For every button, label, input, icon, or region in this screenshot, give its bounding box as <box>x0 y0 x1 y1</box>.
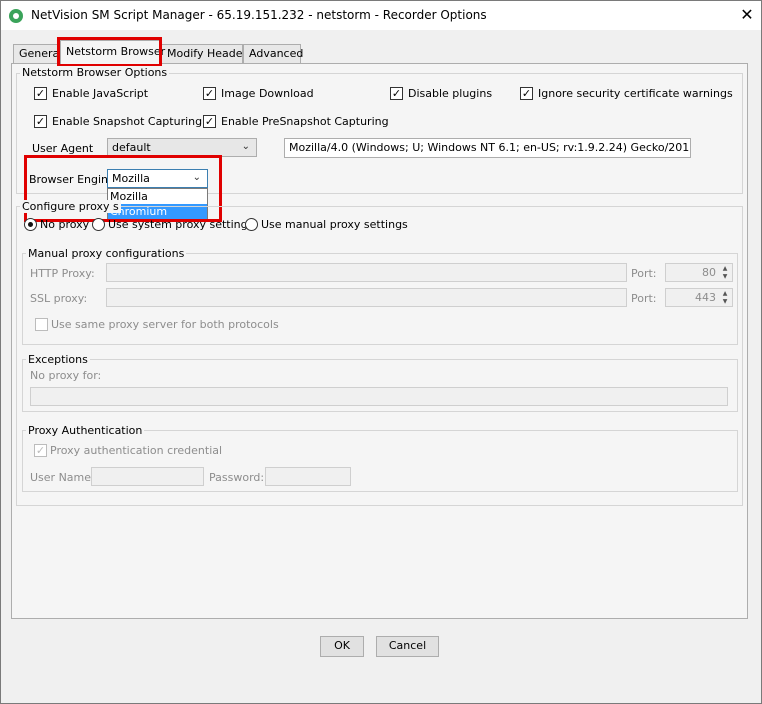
window-title: NetVision SM Script Manager - 65.19.151.… <box>31 8 487 22</box>
ignore-cert-checkbox[interactable]: ✓ <box>520 87 533 100</box>
no-proxy-for-label: No proxy for: <box>30 369 102 382</box>
user-agent-label: User Agent <box>32 142 94 155</box>
ssl-port-label: Port: <box>631 292 657 305</box>
chevron-down-icon: ⌄ <box>241 141 250 152</box>
image-download-label: Image Download <box>221 87 314 100</box>
cancel-button[interactable]: Cancel <box>376 636 439 657</box>
proxy-auth-legend: Proxy Authentication <box>26 424 145 437</box>
same-proxy-label: Use same proxy server for both protocols <box>51 318 279 331</box>
spin-up-icon[interactable]: ▲ <box>719 290 731 298</box>
tab-modify-headers[interactable]: Modify Headers <box>161 44 253 63</box>
user-agent-string-field[interactable]: Mozilla/4.0 (Windows; U; Windows NT 6.1;… <box>284 138 691 158</box>
auth-credential-label: Proxy authentication credential <box>50 444 223 457</box>
password-label: Password: <box>209 471 265 484</box>
tab-general[interactable]: General <box>13 44 62 63</box>
http-port-spinner[interactable]: 80 ▲ ▼ <box>665 263 733 282</box>
close-icon[interactable]: ✕ <box>737 4 757 26</box>
manual-proxy-legend: Manual proxy configurations <box>26 247 187 260</box>
title-bar: NetVision SM Script Manager - 65.19.151.… <box>1 1 761 30</box>
snapshot-capturing-label: Enable Snapshot Capturing <box>52 115 203 128</box>
disable-plugins-label: Disable plugins <box>408 87 493 100</box>
auth-credential-checkbox[interactable]: ✓ <box>34 444 47 457</box>
enable-javascript-checkbox[interactable]: ✓ <box>34 87 47 100</box>
snapshot-capturing-checkbox[interactable]: ✓ <box>34 115 47 128</box>
proxy-config-legend: Configure proxy s <box>20 200 121 213</box>
same-proxy-checkbox[interactable] <box>35 318 48 331</box>
password-field[interactable] <box>265 467 351 486</box>
exceptions-legend: Exceptions <box>26 353 90 366</box>
system-proxy-label: Use system proxy settings <box>108 218 254 231</box>
image-download-checkbox[interactable]: ✓ <box>203 87 216 100</box>
no-proxy-for-field[interactable] <box>30 387 728 406</box>
no-proxy-label: No proxy <box>40 218 90 231</box>
http-proxy-label: HTTP Proxy: <box>30 267 95 280</box>
presnapshot-capturing-checkbox[interactable]: ✓ <box>203 115 216 128</box>
spin-down-icon[interactable]: ▼ <box>719 273 731 281</box>
disable-plugins-checkbox[interactable]: ✓ <box>390 87 403 100</box>
manual-proxy-radio[interactable] <box>245 218 258 231</box>
username-field[interactable] <box>91 467 204 486</box>
http-port-label: Port: <box>631 267 657 280</box>
ignore-cert-label: Ignore security certificate warnings <box>538 87 733 100</box>
tab-advanced[interactable]: Advanced <box>243 44 303 63</box>
enable-javascript-label: Enable JavaScript <box>52 87 149 100</box>
system-proxy-radio[interactable] <box>92 218 105 231</box>
spin-down-icon[interactable]: ▼ <box>719 298 731 306</box>
http-port-value: 80 <box>702 266 716 279</box>
spin-up-icon[interactable]: ▲ <box>719 265 731 273</box>
app-icon <box>9 9 23 23</box>
tab-highlight-box <box>57 37 162 67</box>
ssl-proxy-field[interactable] <box>106 288 627 307</box>
ssl-port-value: 443 <box>695 291 716 304</box>
presnapshot-capturing-label: Enable PreSnapshot Capturing <box>221 115 389 128</box>
no-proxy-radio[interactable] <box>24 218 37 231</box>
http-proxy-field[interactable] <box>106 263 627 282</box>
ssl-port-spinner[interactable]: 443 ▲ ▼ <box>665 288 733 307</box>
ok-button[interactable]: OK <box>320 636 364 657</box>
manual-proxy-label: Use manual proxy settings <box>261 218 408 231</box>
browser-options-legend: Netstorm Browser Options <box>20 66 170 79</box>
ssl-proxy-label: SSL proxy: <box>30 292 88 305</box>
user-agent-value: default <box>112 141 151 154</box>
username-label: User Name: <box>30 471 95 484</box>
